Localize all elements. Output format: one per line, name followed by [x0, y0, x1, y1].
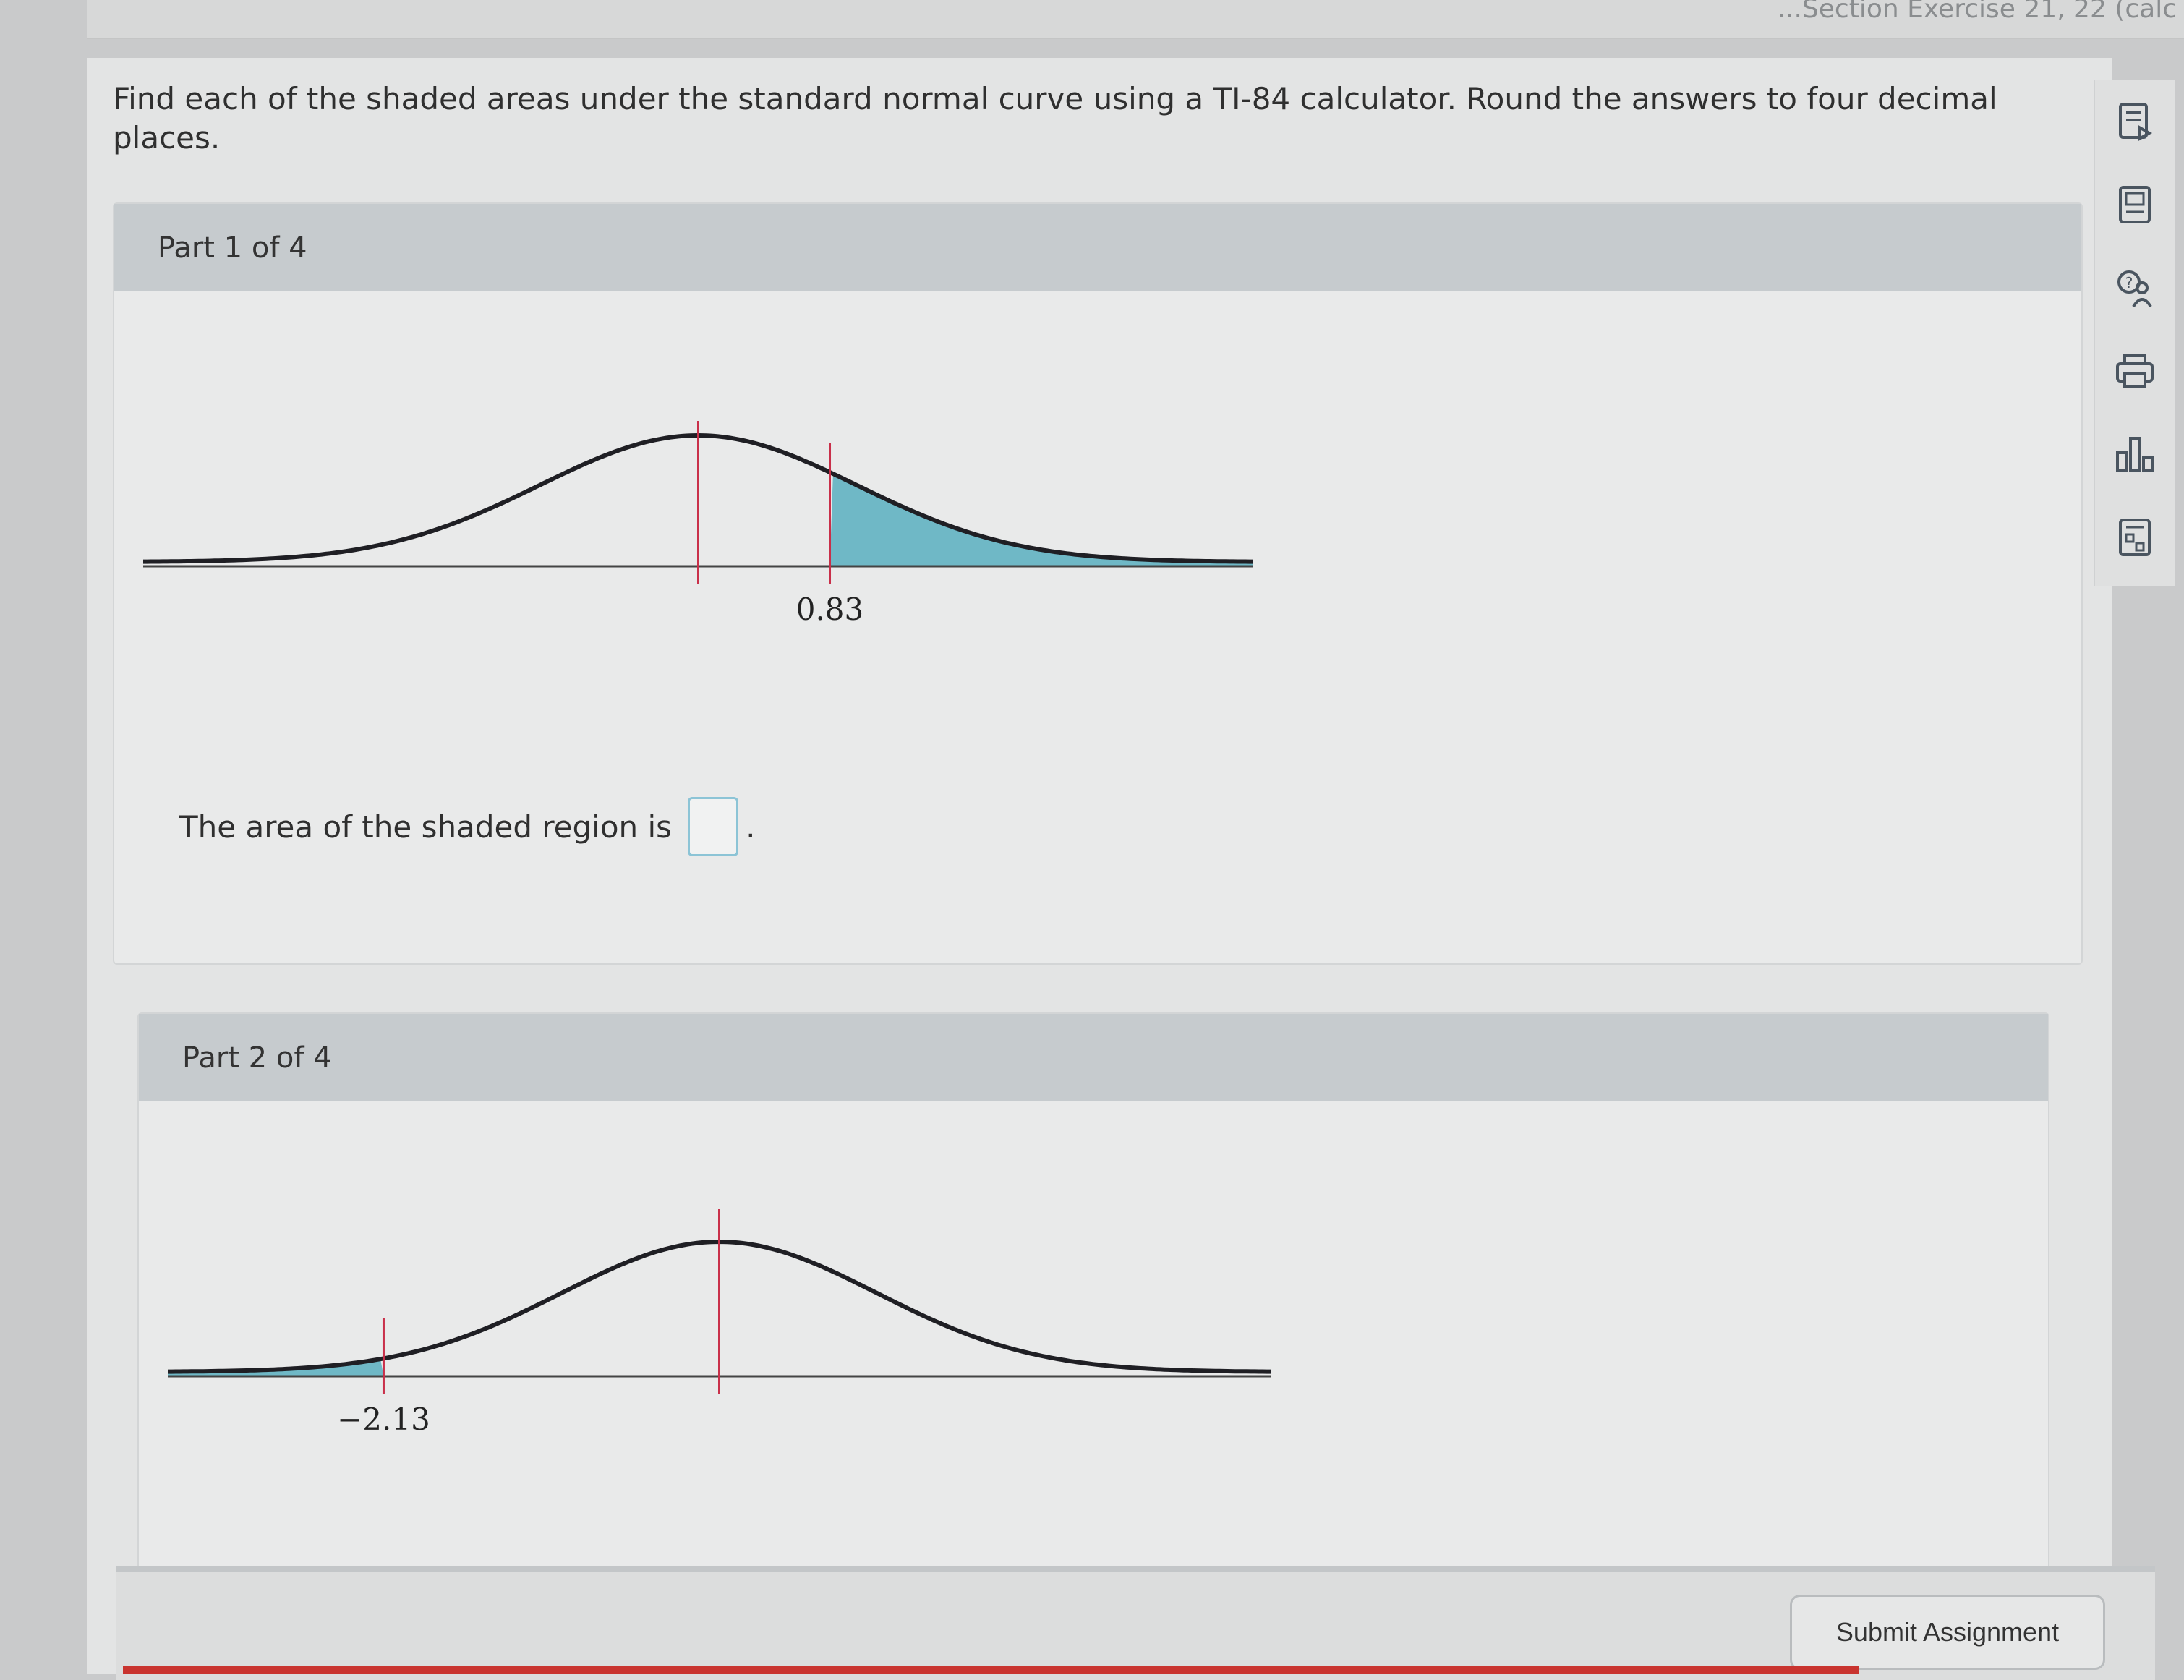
ebook-icon[interactable]: [2111, 98, 2159, 145]
part-1-answer-row: The area of the shaded region is .: [179, 797, 755, 856]
data-chart-icon[interactable]: [2111, 430, 2159, 478]
help-icon[interactable]: ?: [2111, 264, 2159, 312]
question-page: Find each of the shaded areas under the …: [87, 58, 2112, 1674]
part-2-title: Part 2 of 4: [182, 1041, 332, 1075]
top-strip: ...Section Exercise 21, 22 (calc: [87, 0, 2184, 39]
part-2-header: Part 2 of 4: [139, 1014, 2048, 1101]
part-2-z-label: −2.13: [337, 1402, 430, 1437]
calculator-icon[interactable]: [2111, 181, 2159, 229]
svg-text:?: ?: [2125, 274, 2133, 291]
part-1-title: Part 1 of 4: [158, 231, 307, 265]
part-1-z-label: 0.83: [796, 592, 864, 627]
question-instructions: Find each of the shaded areas under the …: [113, 81, 1997, 155]
assignment-breadcrumb: ...Section Exercise 21, 22 (calc: [1777, 0, 2177, 24]
part-1-answer-suffix: .: [746, 809, 756, 845]
formula-sheet-icon[interactable]: [2111, 513, 2159, 561]
part-1-normal-curve: 0.83: [143, 421, 1253, 627]
submit-assignment-button[interactable]: Submit Assignment: [1790, 1595, 2105, 1670]
print-icon[interactable]: [2111, 347, 2159, 395]
part-1-panel: Part 1 of 4 0.83 The area of the shaded …: [113, 202, 2083, 965]
footer-accent-bar: [123, 1666, 1859, 1674]
part-1-answer-input[interactable]: [688, 797, 739, 856]
part-1-shaded-region: [829, 474, 1253, 566]
part-1-answer-prompt: The area of the shaded region is: [179, 809, 673, 845]
part-2-normal-curve: −2.13: [168, 1209, 1271, 1437]
right-toolbar: ?: [2094, 80, 2175, 586]
part-1-header: Part 1 of 4: [114, 204, 2081, 291]
